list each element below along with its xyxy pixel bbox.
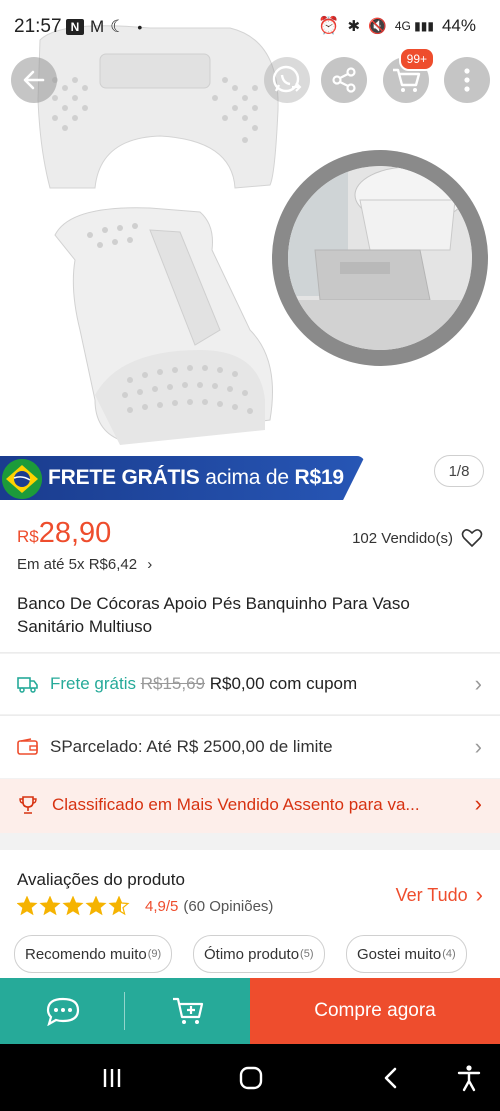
system-navigation-bar [0, 1044, 500, 1111]
gmail-icon: M [90, 17, 105, 36]
add-to-cart-button[interactable] [125, 978, 250, 1044]
see-all-label: Ver Tudo [395, 884, 468, 905]
buy-now-button[interactable]: Compre agora [250, 978, 500, 1044]
battery-percent: 44% [441, 16, 476, 35]
home-icon[interactable] [238, 1065, 264, 1091]
chevron-right-icon: › [474, 791, 482, 816]
chevron-right-icon: › [147, 556, 153, 573]
share-icon [332, 67, 356, 93]
chat-button[interactable] [0, 978, 125, 1044]
credit-row[interactable]: SParcelado: Até R$ 2500,00 de limite › [0, 716, 500, 778]
free-shipping-text: FRETE GRÁTIS acima de R$19 [48, 466, 344, 489]
truck-icon [17, 677, 38, 693]
ranking-row[interactable]: Classificado em Mais Vendido Assento par… [0, 779, 500, 833]
wallet-icon [17, 738, 38, 755]
system-icons: ⏰ ✱ 🔇 4G ▮▮▮ 44% [318, 16, 476, 36]
review-chip[interactable]: Recomendo muito (9) [14, 935, 173, 973]
signal-icon: 4G ▮▮▮ [394, 19, 434, 33]
more-vertical-icon [464, 68, 470, 92]
ranking-label: Classificado em Mais Vendido Assento par… [52, 795, 420, 814]
chat-icon [46, 997, 79, 1026]
chevron-right-icon: › [475, 882, 483, 907]
reviews-heading: Avaliações do produto [17, 870, 185, 889]
star-rating-icon [17, 896, 130, 916]
image-pager: 1/8 [434, 455, 484, 487]
bluetooth-icon: ✱ [347, 18, 361, 35]
free-shipping-banner: FRETE GRÁTIS acima de R$19 [0, 456, 365, 500]
rating-score: 4,9/5 [145, 897, 179, 915]
more-menu-button[interactable] [444, 57, 490, 103]
whatsapp-share-button[interactable] [264, 57, 310, 103]
back-button[interactable] [11, 57, 57, 103]
chevron-right-icon: › [474, 671, 482, 696]
new-shipping-price: R$0,00 com cupom [209, 674, 358, 693]
installments-link[interactable]: Em até 5x R$6,42 › [17, 556, 152, 573]
chevron-right-icon: › [474, 734, 482, 759]
review-chip[interactable]: Ótimo produto (5) [193, 935, 325, 973]
sold-text: 102 Vendido(s) [352, 529, 453, 547]
review-chip[interactable]: Gostei muito (4) [346, 935, 467, 973]
accessibility-icon[interactable] [456, 1064, 482, 1092]
shipping-row[interactable]: Frete grátis R$15,69 R$0,00 com cupom › [0, 654, 500, 714]
add-to-cart-icon [172, 997, 203, 1024]
status-bar: 21:57 N M ☾ • ⏰ ✱ 🔇 4G ▮▮▮ 44% [0, 0, 500, 56]
old-shipping-price: R$15,69 [140, 674, 205, 693]
notification-icons: N M ☾ • [66, 17, 142, 37]
installments-text: Em até 5x R$6,42 [17, 556, 138, 573]
moon-icon: ☾ [110, 17, 126, 36]
back-nav-icon[interactable] [381, 1066, 401, 1090]
reviews-section: Avaliações do produto 4,9/5 (60 Opiniões… [0, 850, 500, 978]
dot-icon: • [137, 19, 143, 35]
alarm-icon: ⏰ [318, 16, 340, 35]
heart-icon[interactable] [461, 528, 483, 548]
recent-apps-icon[interactable] [100, 1066, 124, 1090]
whatsapp-icon [272, 65, 302, 93]
mute-icon: 🔇 [368, 18, 387, 35]
arrow-left-icon [23, 70, 45, 90]
shipping-label: Frete grátis R$15,69 R$0,00 com cupom [50, 674, 358, 693]
divider [124, 992, 125, 1030]
trophy-icon [19, 796, 37, 814]
credit-label: SParcelado: Até R$ 2500,00 de limite [50, 737, 333, 756]
product-info: R$28,90 Em até 5x R$6,42 › 102 Vendido(s… [0, 500, 500, 652]
brazil-flag-icon [2, 459, 42, 499]
sold-count: 102 Vendido(s) [352, 528, 483, 548]
divider [0, 652, 500, 653]
share-button[interactable] [321, 57, 367, 103]
price: R$28,90 [17, 517, 111, 550]
product-title: Banco De Cócoras Apoio Pés Banquinho Par… [17, 594, 410, 636]
app-n-icon: N [66, 19, 84, 35]
bottom-action-bar: Compre agora [0, 978, 500, 1044]
price-currency: R$ [17, 527, 39, 546]
rating-count: (60 Opiniões) [183, 897, 274, 915]
price-value: 28,90 [38, 517, 112, 549]
cart-button[interactable]: 99+ [383, 47, 435, 103]
see-all-reviews-link[interactable]: Ver Tudo › [396, 882, 483, 908]
status-time: 21:57 [14, 16, 62, 37]
rating-stars: 4,9/5 (60 Opiniões) [17, 896, 273, 916]
